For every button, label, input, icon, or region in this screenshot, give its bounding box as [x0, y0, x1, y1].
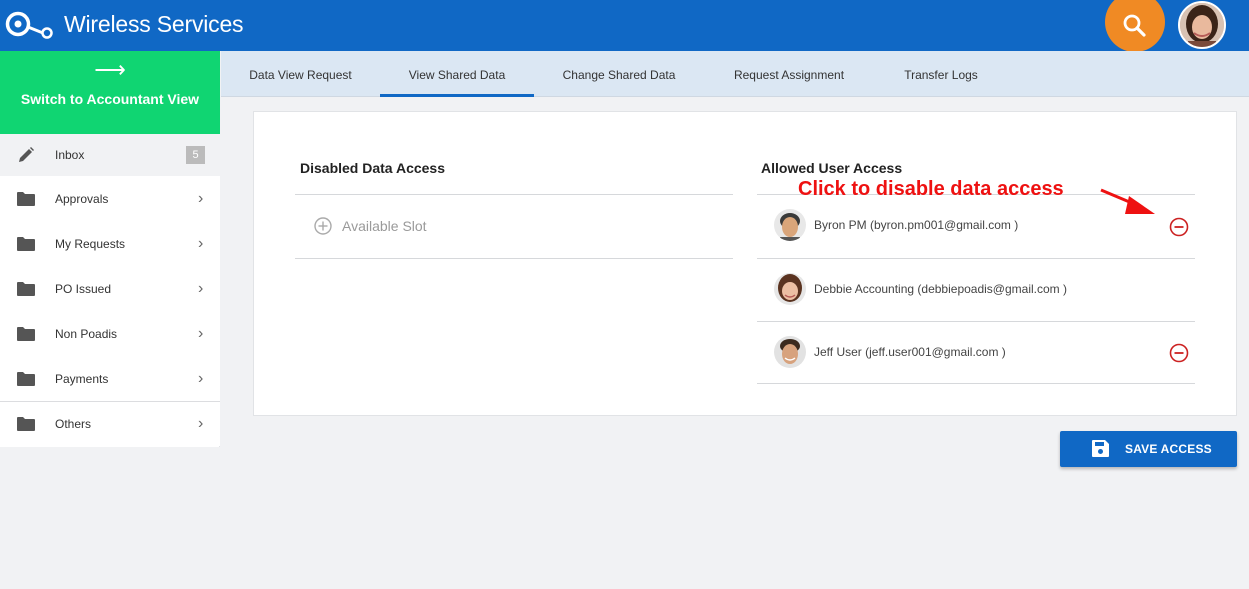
arrow-right-icon: ⟶: [94, 57, 126, 82]
folder-icon: [17, 281, 35, 296]
chevron-right-icon: ›: [198, 415, 204, 432]
folder-icon: [17, 191, 35, 206]
user-row-debbie: Debbie Accounting (debbiepoadis@gmail.co…: [774, 273, 1192, 311]
sidebar-item-label: Non Poadis: [55, 326, 118, 341]
sidebar-item-approvals[interactable]: Approvals ›: [0, 176, 220, 221]
add-circle-icon: [314, 217, 332, 235]
disabled-data-access-title: Disabled Data Access: [300, 160, 445, 176]
folder-icon: [17, 417, 35, 431]
app-title: Wireless Services: [64, 11, 244, 37]
sidebar-item-my-requests[interactable]: My Requests ›: [0, 221, 220, 266]
sidebar-item-label: My Requests: [55, 236, 126, 251]
save-access-button[interactable]: SAVE ACCESS: [1060, 431, 1237, 467]
avatar-image: [774, 273, 806, 305]
annotation-label: Click to disable data access: [798, 178, 1064, 200]
chevron-right-icon: ›: [198, 369, 204, 387]
search-icon: [1123, 14, 1146, 37]
inbox-count-badge: 5: [186, 146, 205, 164]
user-row-byron: Byron PM (byron.pm001@gmail.com ): [774, 209, 1192, 247]
sidebar-item-label: Inbox: [55, 148, 85, 162]
shared-data-card: Disabled Data Access Available Slot Allo…: [253, 111, 1237, 416]
tab-view-shared-data[interactable]: View Shared Data: [380, 51, 534, 97]
divider: [295, 258, 733, 259]
tab-change-shared-data[interactable]: Change Shared Data: [547, 51, 691, 97]
available-slot[interactable]: Available Slot: [314, 217, 427, 235]
sidebar-item-non-poadis[interactable]: Non Poadis ›: [0, 311, 220, 356]
user-row-jeff: Jeff User (jeff.user001@gmail.com ): [774, 336, 1192, 374]
avatar: [774, 336, 806, 368]
avatar: [774, 209, 806, 241]
divider: [757, 383, 1195, 384]
remove-access-button[interactable]: [1169, 217, 1189, 237]
switch-view-label: Switch to Accountant View: [20, 91, 200, 107]
available-slot-label: Available Slot: [342, 218, 427, 234]
sidebar-item-label: Others: [55, 417, 92, 431]
user-label: Debbie Accounting (debbiepoadis@gmail.co…: [814, 282, 1067, 296]
user-label: Jeff User (jeff.user001@gmail.com ): [814, 345, 1006, 359]
tab-request-assignment[interactable]: Request Assignment: [714, 51, 864, 97]
sidebar-item-po-issued[interactable]: PO Issued ›: [0, 266, 220, 311]
chevron-right-icon: ›: [198, 324, 204, 342]
tab-data-view-request[interactable]: Data View Request: [230, 51, 371, 97]
sidebar-item-label: PO Issued: [55, 281, 112, 296]
tab-transfer-logs[interactable]: Transfer Logs: [891, 51, 991, 97]
save-access-label: SAVE ACCESS: [1125, 442, 1212, 456]
sidebar-item-label: Approvals: [55, 191, 109, 206]
sidebar-nav: Inbox 5 Approvals › My Requests › PO Iss…: [0, 134, 220, 446]
sidebar-item-payments[interactable]: Payments ›: [0, 356, 220, 401]
avatar: [774, 273, 806, 305]
switch-view-button[interactable]: ⟶ Switch to Accountant View: [0, 51, 220, 134]
avatar-image: [774, 336, 806, 368]
folder-icon: [17, 326, 35, 341]
allowed-user-access-title: Allowed User Access: [761, 160, 903, 176]
folder-icon: [17, 371, 35, 386]
top-bar: Wireless Services: [0, 0, 1249, 51]
user-avatar[interactable]: [1178, 1, 1226, 49]
sidebar-item-others[interactable]: Others ›: [0, 401, 220, 446]
pencil-icon: [19, 147, 34, 162]
app-logo-icon[interactable]: [5, 9, 55, 39]
avatar-image: [774, 209, 806, 241]
sidebar-item-inbox[interactable]: Inbox 5: [0, 134, 220, 176]
user-label: Byron PM (byron.pm001@gmail.com ): [814, 218, 1019, 232]
remove-access-button[interactable]: [1169, 343, 1189, 363]
sidebar-item-label: Payments: [55, 371, 109, 386]
user-avatar-image: [1180, 3, 1224, 47]
divider: [757, 258, 1195, 259]
chevron-right-icon: ›: [198, 189, 204, 207]
tab-bar: Data View Request View Shared Data Chang…: [221, 51, 1249, 97]
chevron-right-icon: ›: [198, 234, 204, 252]
folder-icon: [17, 236, 35, 251]
chevron-right-icon: ›: [198, 279, 204, 297]
divider: [295, 194, 733, 195]
sidebar-empty-area: [0, 447, 220, 589]
divider: [757, 321, 1195, 322]
sidebar: ⟶ Switch to Accountant View Inbox 5 Appr…: [0, 51, 220, 589]
save-icon: [1092, 440, 1109, 457]
